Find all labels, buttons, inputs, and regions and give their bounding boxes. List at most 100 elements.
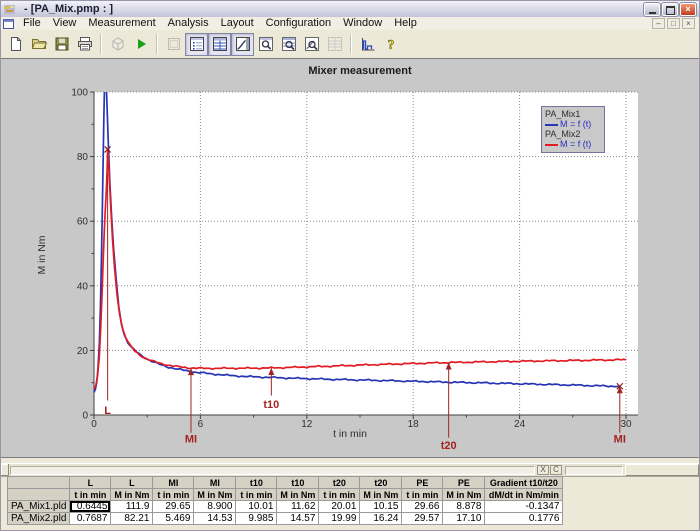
column-header: MI <box>193 476 237 489</box>
graph-view-button[interactable] <box>231 32 254 56</box>
table-cell[interactable]: -0.1347 <box>484 500 564 513</box>
open-file-button[interactable] <box>27 33 50 56</box>
menu-configuration[interactable]: Configuration <box>260 17 337 29</box>
child-restore-button[interactable]: □ <box>667 18 680 29</box>
table-cell[interactable]: 29.57 <box>401 512 444 525</box>
results-toolbar: X C <box>1 463 699 477</box>
table-view-button[interactable] <box>208 32 231 56</box>
zoom-graph-button[interactable] <box>300 33 323 56</box>
menu-analysis[interactable]: Analysis <box>162 17 215 29</box>
column-header: L <box>69 476 112 489</box>
toolbar-separator <box>156 34 158 54</box>
column-header: dM/dt in Nm/min <box>484 488 564 501</box>
restore-button[interactable] <box>661 1 679 17</box>
column-header: PE <box>401 476 444 489</box>
zoom-table-button[interactable] <box>277 33 300 56</box>
column-header: M in Nm <box>359 488 403 501</box>
table-extra-button[interactable] <box>323 33 346 56</box>
table-cell[interactable]: 0.7687 <box>69 512 112 525</box>
help-button[interactable]: ? <box>379 33 402 56</box>
mixer-head-icon <box>112 37 123 51</box>
table-cell[interactable]: 19.99 <box>318 512 361 525</box>
table-cell[interactable]: 0.1776 <box>484 512 564 525</box>
table-cell[interactable]: 14.57 <box>276 512 320 525</box>
column-header: MI <box>152 476 195 489</box>
legend-series-name: PA_Mix2 <box>545 129 581 140</box>
table-cell[interactable]: 11.62 <box>276 500 320 513</box>
toolbar-panel <box>625 464 699 476</box>
results-close-button[interactable]: X <box>537 465 549 475</box>
column-header: PE <box>442 476 486 489</box>
table-cell[interactable]: 20.01 <box>318 500 361 513</box>
blank-window-button[interactable] <box>162 33 185 56</box>
protocol-view-icon <box>189 37 204 51</box>
start-measurement-play-icon <box>137 39 146 49</box>
table-cell[interactable]: 5.469 <box>152 512 195 525</box>
x-tick-label: 6 <box>198 419 204 430</box>
print-button[interactable] <box>73 33 96 56</box>
child-close-button[interactable]: × <box>682 18 695 29</box>
y-tick-label: 20 <box>77 346 89 357</box>
table-cell[interactable]: 14.53 <box>193 512 237 525</box>
table-row: PA_Mix2.pld 0.7687 82.21 5.469 14.53 9.985 14.… <box>6 512 564 525</box>
table-cell[interactable]: 10.01 <box>235 500 278 513</box>
x-tick-label: 18 <box>408 419 420 430</box>
marker-label-MI: MI <box>185 433 197 445</box>
row-header[interactable]: PA_Mix2.pld <box>6 512 71 525</box>
table-cell[interactable]: 9.985 <box>235 512 278 525</box>
column-header: t10 <box>235 476 278 489</box>
evaluation-histogram-icon <box>361 38 374 51</box>
app-icon <box>4 4 15 14</box>
child-minimize-button[interactable]: – <box>652 18 665 29</box>
table-cell[interactable]: 0.6445 <box>69 500 112 513</box>
chart-legend: PA_Mix1 M = f (t) PA_Mix2 M = f (t) <box>541 106 605 154</box>
toolbar-groove <box>565 466 623 475</box>
row-header[interactable]: PA_Mix1.pld <box>6 500 71 513</box>
table-cell[interactable]: 17.10 <box>442 512 486 525</box>
results-table: L L MI MI t10 t10 t20 t20 PE PE Gradient t10/t20 t … <box>6 476 564 525</box>
menu-layout[interactable]: Layout <box>215 17 260 29</box>
minimize-button[interactable] <box>643 1 661 17</box>
table-view-icon <box>212 37 227 51</box>
mixer-head-button[interactable] <box>106 33 129 56</box>
x-tick-label: 0 <box>91 419 97 430</box>
legend-entry-label: M = f (t) <box>560 119 592 130</box>
evaluation-button[interactable] <box>356 33 379 56</box>
marker-label-L: L <box>104 405 111 417</box>
marker-label-t20: t20 <box>441 440 457 452</box>
new-document-button[interactable] <box>4 33 27 56</box>
table-cell[interactable]: 10.15 <box>359 500 403 513</box>
close-button[interactable]: × <box>679 1 697 17</box>
zoom-window-icon <box>258 37 273 51</box>
menu-view[interactable]: View <box>47 17 83 29</box>
menu-window[interactable]: Window <box>337 17 388 29</box>
results-copy-button[interactable]: C <box>550 465 562 475</box>
save-button[interactable] <box>50 33 73 56</box>
y-tick-label: 40 <box>77 281 89 292</box>
splitter-grip[interactable] <box>1 464 9 476</box>
legend-line-swatch <box>545 123 558 126</box>
table-cell[interactable]: 29.66 <box>401 500 444 513</box>
menu-help[interactable]: Help <box>388 17 423 29</box>
menu-file[interactable]: File <box>17 17 47 29</box>
table-cell[interactable]: 16.24 <box>359 512 403 525</box>
table-cell[interactable]: 82.21 <box>110 512 154 525</box>
toolbar-groove <box>10 466 535 475</box>
y-axis-label: M in Nm <box>36 235 48 274</box>
column-header: t in min <box>401 488 444 501</box>
help-icon: ? <box>387 38 395 52</box>
table-cell[interactable]: 8.900 <box>193 500 237 513</box>
table-cell[interactable]: 111.9 <box>110 500 154 513</box>
start-measurement-button[interactable] <box>129 33 152 56</box>
blank-window-icon <box>167 38 180 50</box>
protocol-view-button[interactable] <box>185 32 208 56</box>
legend-line-swatch <box>545 143 558 146</box>
table-cell[interactable]: 29.65 <box>152 500 195 513</box>
zoom-window-button[interactable] <box>254 33 277 56</box>
print-icon <box>77 37 92 51</box>
column-header: M in Nm <box>442 488 486 501</box>
menu-measurement[interactable]: Measurement <box>82 17 161 29</box>
table-cell[interactable]: 8.878 <box>442 500 486 513</box>
column-header: M in Nm <box>276 488 320 501</box>
column-header: t20 <box>318 476 361 489</box>
